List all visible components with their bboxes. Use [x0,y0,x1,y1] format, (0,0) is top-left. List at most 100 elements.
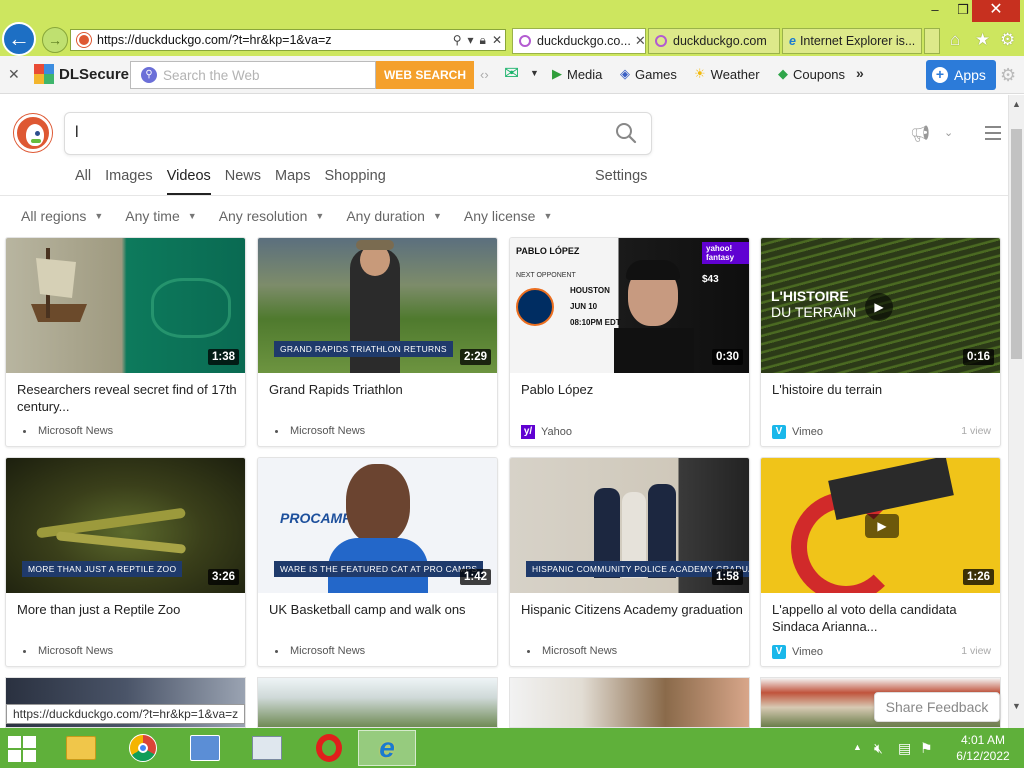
search-icon[interactable]: ⚲ [450,33,465,47]
toolbar-link-games[interactable]: ◈ Games [620,66,677,82]
video-card[interactable]: L'HISTOIRE DU TERRAIN ▶ 0:16 L'histoire … [760,237,1001,447]
video-card[interactable]: MORE THAN JUST A REPTILE ZOO 3:26 More t… [5,457,246,667]
toolbar-close-icon[interactable]: ✕ [8,66,20,83]
search-input[interactable]: l [64,112,652,155]
close-window-button[interactable]: ✕ [972,0,1020,22]
taskbar-chrome[interactable] [114,730,172,766]
video-title[interactable]: L'histoire du terrain [772,381,994,398]
forward-button[interactable]: → [42,27,68,53]
tab-maps[interactable]: Maps [275,168,310,195]
back-button[interactable]: ← [2,22,36,56]
address-bar[interactable]: https://duckduckgo.com/?t=hr&kp=1&va=z ⚲… [70,29,506,51]
toolbar-link-weather[interactable]: ☀ Weather [694,66,760,82]
video-card[interactable]: HISPANIC COMMUNITY POLICE ACADEMY GRADUA… [509,457,750,667]
show-hidden-icons-icon[interactable]: ▲ [853,742,862,752]
play-icon[interactable]: ▶ [865,514,899,538]
video-card[interactable]: GRAND RAPIDS TRIATHLON RETURNS 2:29 Gran… [257,237,498,447]
video-title[interactable]: L'appello al voto della candidata Sindac… [772,601,994,635]
video-card[interactable]: ▶ 1:26 L'appello al voto della candidata… [760,457,1001,667]
tab-videos[interactable]: Videos [166,168,211,195]
filter-region[interactable]: All regions ▼ [21,208,103,224]
toolbar-search-input[interactable] [163,67,363,83]
video-title[interactable]: Hispanic Citizens Academy graduation [521,601,743,618]
tab-duckduckgo-active[interactable]: duckduckgo.co... ✕ [512,28,646,54]
action-center-flag-icon[interactable]: ⚑ [920,740,933,757]
search-query-text[interactable]: l [75,124,79,142]
video-thumbnail-partial[interactable] [257,677,498,728]
tab-shopping[interactable]: Shopping [325,168,386,195]
start-button[interactable] [8,736,38,762]
video-thumbnail[interactable]: PROCAMPS WARE IS THE FEATURED CAT AT PRO… [258,458,497,593]
scroll-thumb[interactable] [1011,129,1022,359]
vertical-scrollbar[interactable]: ▲ ▼ [1008,95,1024,728]
clock-time: 4:01 AM [960,733,1006,747]
toolbar-link-coupons[interactable]: ◆ Coupons [778,66,845,82]
video-thumbnail[interactable]: GRAND RAPIDS TRIATHLON RETURNS 2:29 [258,238,497,373]
toolbar-link-label: Weather [710,66,760,82]
video-thumbnail[interactable]: MORE THAN JUST A REPTILE ZOO 3:26 [6,458,245,593]
menu-icon[interactable] [985,126,1001,144]
favorites-star-icon[interactable]: ★ [975,30,990,50]
tab-all[interactable]: All [75,168,91,195]
taskbar-file-explorer[interactable] [52,730,110,766]
close-icon[interactable]: ✕ [489,33,505,47]
video-title[interactable]: Pablo López [521,381,743,398]
gear-icon[interactable]: ⚙ [1000,30,1015,50]
more-tools-chevron-icon[interactable]: » [856,65,864,81]
chevron-down-icon[interactable]: ▼ [530,68,539,78]
dlsecure-logo[interactable]: DLSecure [34,64,129,84]
settings-gear-icon[interactable]: ⚙ [1000,65,1016,86]
filter-license[interactable]: Any license ▼ [464,208,553,224]
video-title[interactable]: UK Basketball camp and walk ons [269,601,491,618]
apps-button[interactable]: + Apps [926,60,996,90]
filter-time[interactable]: Any time ▼ [125,208,196,224]
volume-muted-icon[interactable]: 🔇︎ [874,740,883,757]
tab-images[interactable]: Images [105,168,153,195]
video-thumbnail[interactable]: ▶ 1:26 [761,458,1000,593]
taskbar-opera[interactable] [300,730,358,766]
lock-icon[interactable]: 🔒︎ [477,33,489,48]
tab-duckduckgo[interactable]: duckduckgo.com [648,28,780,54]
taskbar-monitor-app[interactable] [238,730,296,766]
network-icon[interactable]: ▤ [898,740,911,757]
video-title[interactable]: Grand Rapids Triathlon [269,381,491,398]
home-icon[interactable]: ⌂ [950,30,960,50]
taskbar-internet-explorer[interactable]: e [358,730,416,766]
video-thumbnail[interactable]: PABLO LÓPEZ NEXT OPPONENT HOUSTON JUN 10… [510,238,749,373]
video-title[interactable]: More than just a Reptile Zoo [17,601,239,618]
minimize-button[interactable]: – [920,0,950,22]
code-icon[interactable]: ‹› [480,67,489,82]
video-thumbnail[interactable]: 1:38 [6,238,245,373]
video-card[interactable]: PABLO LÓPEZ NEXT OPPONENT HOUSTON JUN 10… [509,237,750,447]
system-clock[interactable]: 4:01 AM 6/12/2022 [948,732,1018,764]
search-icon[interactable] [615,121,637,145]
tab-close-icon[interactable]: ✕ [635,33,645,49]
search-icon: ⚲ [141,67,157,83]
taskbar-control-panel[interactable] [176,730,234,766]
tab-news[interactable]: News [225,168,261,195]
video-title[interactable]: Researchers reveal secret find of 17th c… [17,381,239,415]
video-thumbnail[interactable]: L'HISTOIRE DU TERRAIN ▶ 0:16 [761,238,1000,373]
web-search-button[interactable]: WEB SEARCH [376,61,474,89]
toolbar-link-media[interactable]: ▶ Media [552,66,602,82]
scroll-down-icon[interactable]: ▼ [1012,701,1021,711]
toolbar-search-box[interactable]: ⚲ [130,61,376,89]
duckduckgo-logo[interactable] [14,114,52,152]
mail-icon[interactable]: ✉ [504,63,519,84]
settings-link[interactable]: Settings [595,168,647,184]
video-thumbnail-partial[interactable] [509,677,750,728]
play-icon[interactable]: ▶ [865,293,893,321]
video-card[interactable]: 1:38 Researchers reveal secret find of 1… [5,237,246,447]
filter-resolution[interactable]: Any resolution ▼ [219,208,325,224]
scroll-up-icon[interactable]: ▲ [1012,99,1021,109]
megaphone-icon[interactable]: 📢︎ [910,124,930,144]
new-tab-button[interactable] [924,28,940,54]
video-card[interactable]: PROCAMPS WARE IS THE FEATURED CAT AT PRO… [257,457,498,667]
chevron-down-icon[interactable]: ▾ [465,33,477,47]
address-url[interactable]: https://duckduckgo.com/?t=hr&kp=1&va=z [97,33,450,47]
tab-internet-explorer[interactable]: e Internet Explorer is... [782,28,922,54]
share-feedback-button[interactable]: Share Feedback [874,692,1000,722]
video-thumbnail[interactable]: HISPANIC COMMUNITY POLICE ACADEMY GRADUA… [510,458,749,593]
chevron-down-icon[interactable]: ⌄ [944,126,953,139]
filter-duration[interactable]: Any duration ▼ [346,208,442,224]
